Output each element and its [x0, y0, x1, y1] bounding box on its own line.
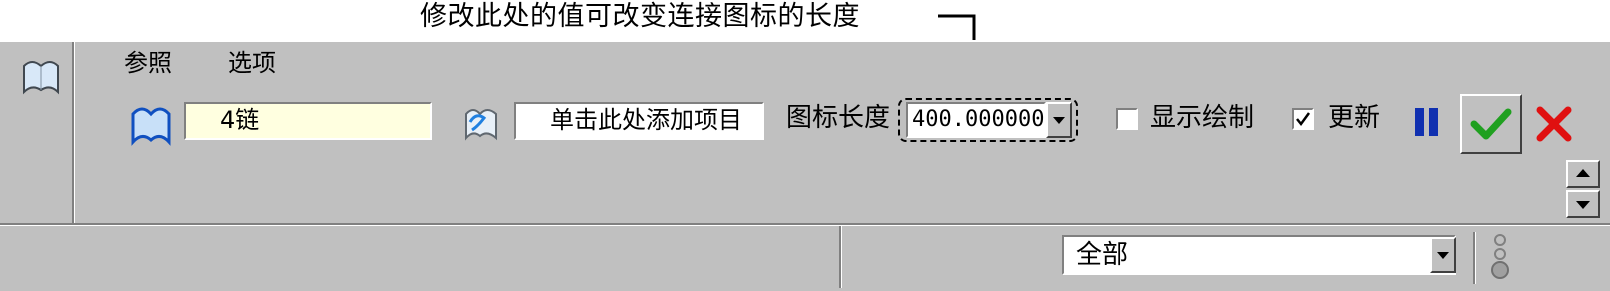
filter-select[interactable]: 全部	[1062, 235, 1456, 275]
filter-dropdown-button[interactable]	[1430, 237, 1456, 273]
update-checkbox[interactable]	[1292, 108, 1314, 130]
chain-field[interactable]: 4链	[184, 102, 432, 140]
check-mark-icon	[1296, 112, 1311, 127]
reference-field[interactable]: 单击此处添加项目	[514, 102, 764, 140]
scroll-up-button[interactable]	[1566, 160, 1600, 188]
icon-length-input[interactable]: 400.000000	[906, 102, 1046, 138]
tab-references[interactable]: 参照	[124, 48, 172, 78]
confirm-icon	[1470, 108, 1512, 140]
dropdown-arrow-icon	[1053, 117, 1065, 124]
sketch-icon[interactable]	[20, 56, 62, 96]
cancel-icon[interactable]	[1532, 102, 1576, 146]
scroll-down-icon	[1576, 201, 1590, 209]
update-label: 更新	[1328, 103, 1381, 133]
feature-dashboard: 参照 选项 4链 单击此处添加项目 图标长度 400.000000 显示绘制 更…	[0, 40, 1610, 291]
status-bar-separator	[1473, 232, 1475, 284]
left-icon-column	[0, 42, 74, 225]
show-draw-label: 显示绘制	[1150, 103, 1255, 133]
scroll-down-button[interactable]	[1566, 190, 1600, 218]
show-draw-checkbox[interactable]	[1116, 108, 1138, 130]
tab-options[interactable]: 选项	[228, 48, 276, 78]
confirm-button[interactable]	[1460, 94, 1522, 154]
pause-icon[interactable]	[1412, 104, 1442, 140]
reference-icon	[465, 109, 497, 141]
icon-length-dropdown[interactable]	[1046, 102, 1072, 138]
dropdown-arrow-icon	[1437, 252, 1449, 259]
icon-length-label: 图标长度	[786, 103, 891, 133]
status-light-icon	[1491, 234, 1509, 279]
status-bar-separator	[839, 226, 841, 288]
chain-icon	[131, 107, 171, 146]
status-bar-divider	[0, 223, 1610, 225]
scroll-up-icon	[1576, 169, 1590, 177]
